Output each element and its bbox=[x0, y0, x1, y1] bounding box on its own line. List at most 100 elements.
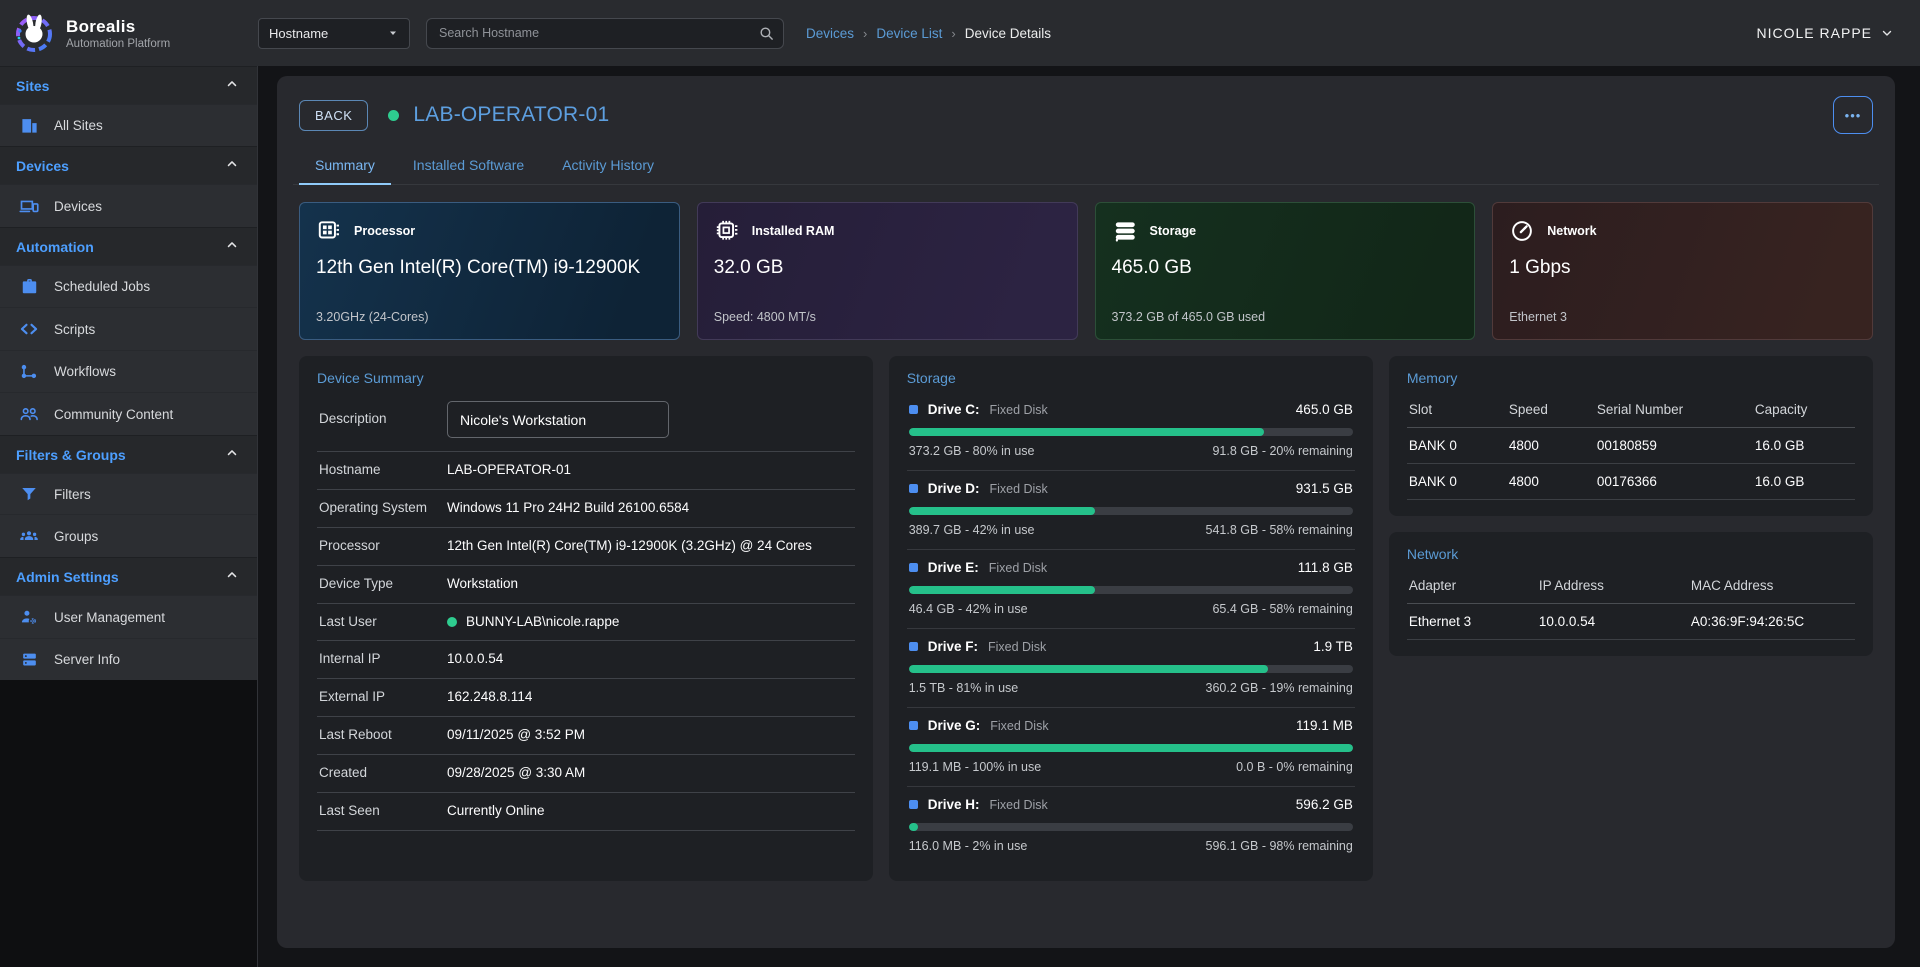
cell-adapter: Ethernet 3 bbox=[1409, 614, 1539, 629]
search-input[interactable] bbox=[426, 18, 784, 49]
breadcrumb-devices[interactable]: Devices bbox=[806, 26, 854, 41]
sidebar-section-devices[interactable]: Devices bbox=[0, 146, 257, 184]
column-header: Adapter bbox=[1409, 578, 1539, 593]
summary-row-internal-ip: Internal IP 10.0.0.54 bbox=[317, 641, 855, 679]
summary-row-hostname: Hostname LAB-OPERATOR-01 bbox=[317, 452, 855, 490]
brand-subtitle: Automation Platform bbox=[66, 38, 170, 50]
filter-icon bbox=[19, 485, 39, 503]
sidebar-item-all-sites[interactable]: All Sites bbox=[0, 104, 257, 146]
drive-size: 596.2 GB bbox=[1296, 797, 1353, 812]
drive-type: Fixed Disk bbox=[988, 640, 1046, 654]
memory-table-header: Slot Speed Serial Number Capacity bbox=[1407, 392, 1855, 428]
user-gear-icon bbox=[19, 607, 39, 627]
network-gauge-icon bbox=[1509, 218, 1535, 244]
building-icon bbox=[19, 116, 39, 135]
row-value: LAB-OPERATOR-01 bbox=[447, 461, 853, 480]
sidebar-item-scheduled-jobs[interactable]: Scheduled Jobs bbox=[0, 265, 257, 307]
search-field-select[interactable]: Hostname bbox=[258, 18, 410, 49]
tab-installed-software[interactable]: Installed Software bbox=[397, 148, 540, 184]
sidebar: Sites All Sites Devices bbox=[0, 66, 258, 967]
stat-card-value: 1 Gbps bbox=[1509, 257, 1856, 279]
sidebar-item-workflows[interactable]: Workflows bbox=[0, 350, 257, 392]
tab-summary[interactable]: Summary bbox=[299, 148, 391, 184]
memory-table-row: BANK 0 4800 00180859 16.0 GB bbox=[1407, 428, 1855, 464]
sidebar-item-groups[interactable]: Groups bbox=[0, 514, 257, 557]
sidebar-item-filters[interactable]: Filters bbox=[0, 473, 257, 514]
row-value: Workstation bbox=[447, 575, 853, 594]
memory-table-row: BANK 0 4800 00176366 16.0 GB bbox=[1407, 464, 1855, 500]
summary-row-device-type: Device Type Workstation bbox=[317, 566, 855, 604]
device-header: BACK LAB-OPERATOR-01 ••• bbox=[293, 96, 1879, 134]
section-label: Automation bbox=[16, 239, 94, 255]
breadcrumb-device-list[interactable]: Device List bbox=[876, 26, 942, 41]
drive-bullet-icon bbox=[909, 405, 918, 414]
drive-used: 389.7 GB - 42% in use bbox=[909, 523, 1035, 537]
row-label: Created bbox=[319, 765, 447, 782]
search-icon[interactable] bbox=[758, 25, 775, 47]
back-button[interactable]: BACK bbox=[299, 100, 368, 131]
lower-panels: Device Summary Description Hostname LAB-… bbox=[293, 356, 1879, 881]
sidebar-item-user-management[interactable]: User Management bbox=[0, 595, 257, 638]
drive-name: Drive G: bbox=[928, 718, 981, 733]
cell-slot: BANK 0 bbox=[1409, 438, 1509, 453]
panel-title: Device Summary bbox=[317, 370, 855, 386]
drive-size: 931.5 GB bbox=[1296, 481, 1353, 496]
drive-used: 46.4 GB - 42% in use bbox=[909, 602, 1028, 616]
drive-used: 116.0 MB - 2% in use bbox=[909, 839, 1028, 853]
column-header: MAC Address bbox=[1691, 578, 1853, 593]
drive-name: Drive E: bbox=[928, 560, 979, 575]
stat-card-title: Storage bbox=[1150, 224, 1197, 238]
row-label: External IP bbox=[319, 689, 447, 706]
brand-text: Borealis Automation Platform bbox=[66, 17, 170, 50]
chevron-down-icon bbox=[1880, 26, 1894, 40]
chevron-up-icon bbox=[225, 568, 239, 585]
more-actions-button[interactable]: ••• bbox=[1833, 96, 1873, 134]
drive-row-f: Drive F: Fixed Disk 1.9 TB 1.5 TB - 81% … bbox=[907, 629, 1355, 708]
sidebar-section-filters-groups[interactable]: Filters & Groups bbox=[0, 435, 257, 473]
stat-card-installed-ram: Installed RAM 32.0 GB Speed: 4800 MT/s bbox=[697, 202, 1078, 340]
drive-name: Drive D: bbox=[928, 481, 980, 496]
summary-row-processor: Processor 12th Gen Intel(R) Core(TM) i9-… bbox=[317, 528, 855, 566]
user-name: NICOLE RAPPE bbox=[1757, 25, 1872, 41]
sidebar-section-automation[interactable]: Automation bbox=[0, 227, 257, 265]
chevron-up-icon bbox=[225, 77, 239, 94]
drive-type: Fixed Disk bbox=[989, 482, 1047, 496]
search-field-selected: Hostname bbox=[269, 26, 328, 41]
sidebar-section-admin-settings[interactable]: Admin Settings bbox=[0, 557, 257, 595]
drive-bullet-icon bbox=[909, 721, 918, 730]
chevron-up-icon bbox=[225, 157, 239, 174]
drive-remaining: 541.8 GB - 58% remaining bbox=[1206, 523, 1353, 537]
brand-name: Borealis bbox=[66, 17, 170, 37]
sidebar-item-label: Scripts bbox=[54, 322, 95, 337]
description-input[interactable] bbox=[447, 401, 669, 438]
sidebar-item-devices[interactable]: Devices bbox=[0, 184, 257, 227]
right-column: Memory Slot Speed Serial Number Capacity… bbox=[1389, 356, 1873, 656]
row-label: Last Reboot bbox=[319, 727, 447, 744]
stat-card-footer: Ethernet 3 bbox=[1509, 310, 1856, 324]
stat-card-title: Installed RAM bbox=[752, 224, 835, 238]
hostname-search bbox=[426, 18, 784, 49]
brand-block: Borealis Automation Platform bbox=[0, 11, 258, 55]
chevron-up-icon bbox=[225, 238, 239, 255]
network-panel: Network Adapter IP Address MAC Address E… bbox=[1389, 532, 1873, 656]
user-menu[interactable]: NICOLE RAPPE bbox=[1757, 25, 1894, 41]
drive-remaining: 596.1 GB - 98% remaining bbox=[1206, 839, 1353, 853]
sidebar-item-server-info[interactable]: Server Info bbox=[0, 638, 257, 680]
row-value: 12th Gen Intel(R) Core(TM) i9-12900K (3.… bbox=[447, 537, 853, 556]
caret-down-icon bbox=[387, 27, 399, 39]
device-summary-panel: Device Summary Description Hostname LAB-… bbox=[299, 356, 873, 881]
tab-activity-history[interactable]: Activity History bbox=[546, 148, 670, 184]
sidebar-section-sites[interactable]: Sites bbox=[0, 66, 257, 104]
community-icon bbox=[19, 404, 39, 424]
sidebar-item-community-content[interactable]: Community Content bbox=[0, 392, 257, 435]
column-header: Capacity bbox=[1755, 402, 1853, 417]
sidebar-item-scripts[interactable]: Scripts bbox=[0, 307, 257, 350]
section-label: Admin Settings bbox=[16, 569, 119, 585]
row-label: Last Seen bbox=[319, 803, 447, 820]
sidebar-item-label: Server Info bbox=[54, 652, 120, 667]
drive-usage-bar bbox=[909, 823, 1353, 831]
sidebar-item-label: Devices bbox=[54, 199, 102, 214]
row-value: Windows 11 Pro 24H2 Build 26100.6584 bbox=[447, 499, 853, 518]
code-icon bbox=[19, 319, 39, 339]
row-value: 09/11/2025 @ 3:52 PM bbox=[447, 726, 853, 745]
